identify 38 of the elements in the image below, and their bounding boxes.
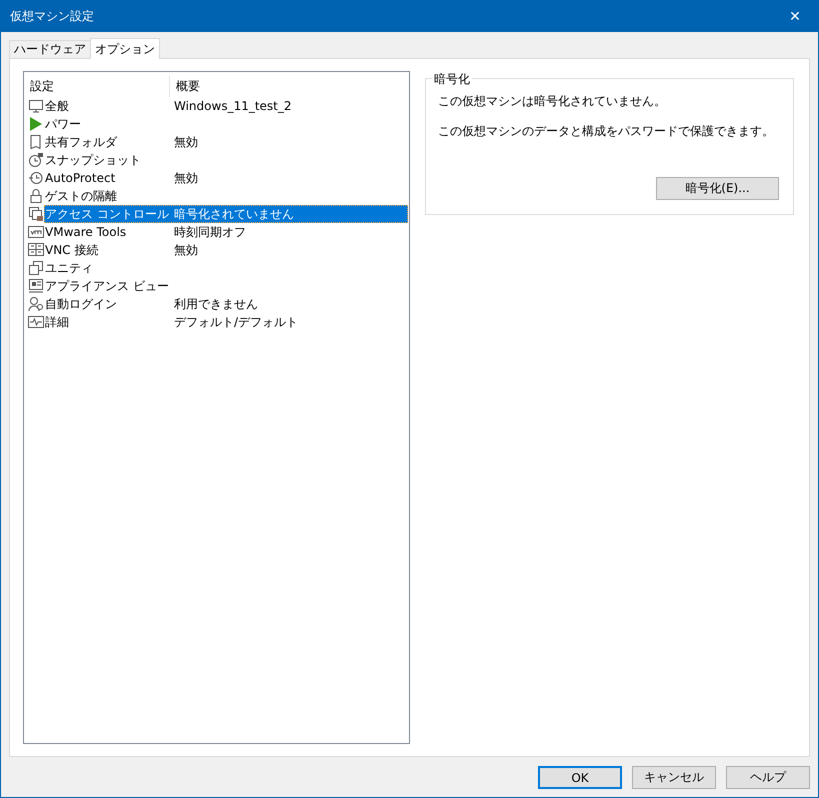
list-row[interactable]: アクセス コントロール 暗号化されていません	[44, 205, 408, 223]
list-row[interactable]: ユニティ	[44, 259, 408, 277]
lock-icon	[28, 188, 44, 204]
play-icon	[28, 116, 44, 132]
group-title: 暗号化	[432, 71, 472, 88]
list-row[interactable]: アプライアンス ビュー	[44, 277, 408, 295]
list-row[interactable]: ゲストの隔離	[44, 187, 408, 205]
window-title: 仮想マシン設定	[10, 8, 94, 25]
appliance-icon	[28, 278, 44, 294]
tab[interactable]: オプション	[90, 38, 160, 59]
list-row[interactable]: パワー	[44, 115, 408, 133]
close-button[interactable]: ✕	[772, 1, 818, 32]
list-row[interactable]: VNC 接続 無効	[44, 241, 408, 259]
dialog-button[interactable]: OK	[538, 766, 622, 789]
list-row[interactable]: 全般 Windows_11_test_2	[44, 97, 408, 115]
snapshot-icon	[28, 152, 44, 168]
list-row[interactable]: 詳細 デフォルト/デフォルト	[44, 313, 408, 331]
list-row[interactable]: スナップショット	[44, 151, 408, 169]
tab[interactable]: ハードウェア	[9, 40, 91, 58]
list-row[interactable]: 自動ログイン 利用できません	[44, 295, 408, 313]
description-text: この仮想マシンは暗号化されていません。	[438, 93, 667, 110]
column-header[interactable]: 概要	[170, 78, 200, 95]
vnc-icon	[28, 242, 44, 258]
list-row[interactable]: VMware Tools 時刻同期オフ	[44, 223, 408, 241]
encrypt-button[interactable]: 暗号化(E)...	[656, 177, 779, 200]
dialog-button[interactable]: キャンセル	[632, 766, 716, 789]
list-row[interactable]: AutoProtect 無効	[44, 169, 408, 187]
vm-icon	[28, 224, 44, 240]
column-header[interactable]: 設定	[24, 76, 170, 97]
unity-icon	[28, 260, 44, 276]
history-icon	[28, 170, 44, 186]
list-row[interactable]: 共有フォルダ 無効	[44, 133, 408, 151]
dialog-button[interactable]: ヘルプ	[726, 766, 810, 789]
monitor-icon	[28, 98, 44, 114]
wave-icon	[28, 314, 44, 330]
description-text: この仮想マシンのデータと構成をパスワードで保護できます。	[438, 123, 775, 140]
access-icon	[28, 206, 44, 222]
user-icon	[28, 296, 44, 312]
